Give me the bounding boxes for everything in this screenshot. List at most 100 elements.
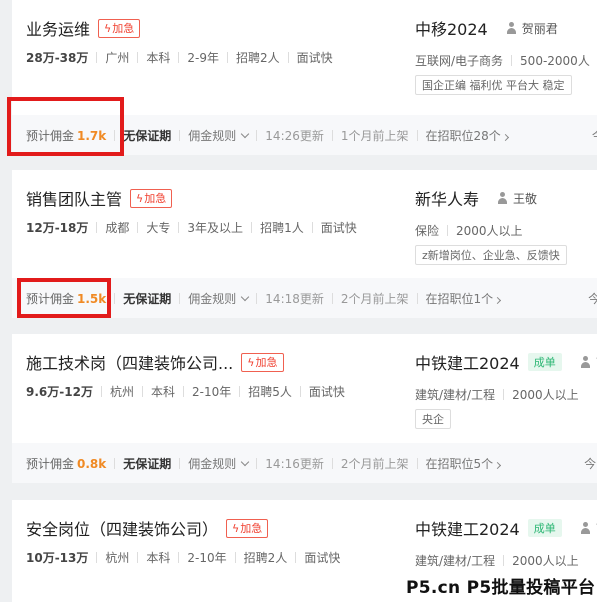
job-title-row: 安全岗位（四建装饰公司） ϟ 加急 [26,516,269,540]
city: 杭州 [105,551,130,565]
industry: 互联网/电子商务 [415,54,504,68]
more-text: 今 [584,456,597,471]
industry: 建筑/建材/工程 [415,388,496,402]
posted-time: 1个月前上架 [340,128,409,143]
salary: 12万-18万 [26,221,89,235]
company-info: 中铁建工2024 成单 曹 建筑/建材/工程 2000人以上 央企 [415,350,597,429]
contact: 曹 [580,520,597,537]
urgent-badge: ϟ 加急 [98,18,141,38]
job-meta: 10万-13万 杭州 本科 2-10年 招聘2人 面试快 [26,549,340,566]
more-text: 今 [592,127,597,144]
chevron-right-icon [501,133,509,141]
company-name[interactable]: 中移2024 [415,16,488,40]
open-positions-link[interactable]: 在招职位5个 [426,455,502,472]
hiring-count: 招聘1人 [260,221,304,235]
interview-speed: 面试快 [320,221,357,235]
urgent-badge: ϟ 加急 [130,188,173,208]
lightning-icon: ϟ [247,355,255,369]
commission: 预计佣金 0.8k [26,456,107,471]
experience: 3年及以上 [187,221,244,235]
job-meta: 28万-38万 广州 本科 2-9年 招聘2人 面试快 [26,49,333,66]
watermark: P5.cn P5批量投稿平台 [406,578,596,598]
warranty: 无保证期 [123,128,172,143]
commission-rules-dropdown[interactable]: 佣金规则 [188,290,250,307]
updated-time: 14:26更新 [265,128,324,143]
company-tags: 央企 [415,409,451,429]
company-tags: z新增岗位、企业急、反馈快 [415,245,567,265]
job-title[interactable]: 施工技术岗（四建装饰公司... [26,350,233,374]
job-title[interactable]: 销售团队主管 [26,186,122,210]
person-icon [580,522,591,534]
job-title[interactable]: 安全岗位（四建装饰公司） [26,516,218,540]
hiring-count: 招聘5人 [248,385,292,399]
education: 本科 [146,551,171,565]
job-card[interactable]: 施工技术岗（四建装饰公司... ϟ 加急 9.6万-12万 杭州 本科 2-10年… [12,334,597,483]
education: 大专 [146,221,171,235]
person-icon [497,192,508,204]
hiring-count: 招聘2人 [243,551,288,565]
updated-time: 14:16更新 [265,456,324,471]
job-title-row: 施工技术岗（四建装饰公司... ϟ 加急 [26,350,284,374]
commission-amount: 0.8k [77,456,107,471]
open-positions-link[interactable]: 在招职位1个 [426,290,502,307]
education: 本科 [150,385,175,399]
status-badge: 成单 [527,519,562,537]
job-meta: 12万-18万 成都 大专 3年及以上 招聘1人 面试快 [26,219,357,236]
chevron-down-icon [241,129,250,138]
lightning-icon: ϟ [104,21,112,35]
industry: 保险 [415,224,440,238]
lightning-icon: ϟ [232,521,240,535]
posted-time: 2个月前上架 [340,456,409,471]
company-tags: 国企正编 福利优 平台大 稳定 [415,75,572,95]
company-size: 500-2000人 [520,54,590,68]
chevron-right-icon [494,296,502,304]
posted-time: 2个月前上架 [340,291,409,306]
chevron-right-icon [494,461,502,469]
commission-rules-dropdown[interactable]: 佣金规则 [188,127,250,144]
job-list: 业务运维 ϟ 加急 28万-38万 广州 本科 2-9年 招聘2人 面试快 中移2… [0,0,597,602]
lightning-icon: ϟ [136,191,144,205]
urgent-badge: ϟ 加急 [241,352,284,372]
company-name[interactable]: 中铁建工2024 [415,516,520,540]
contact-name: 贺丽君 [521,21,558,36]
open-positions-link[interactable]: 在招职位28个 [426,127,509,144]
interview-speed: 面试快 [304,551,341,565]
company-name[interactable]: 新华人寿 [415,186,479,210]
city: 杭州 [109,385,134,399]
company-info: 中移2024 贺丽君 互联网/电子商务 500-2000人 国企正编 福利优 平… [415,16,590,95]
salary: 9.6万-12万 [26,385,93,399]
job-title-row: 业务运维 ϟ 加急 [26,16,141,40]
person-icon [506,22,517,34]
interview-speed: 面试快 [308,385,345,399]
commission-highlight-box [7,97,124,156]
education: 本科 [146,51,171,65]
experience: 2-10年 [187,551,227,565]
experience: 2-10年 [191,385,232,399]
chevron-down-icon [241,292,250,301]
company-size: 2000人以上 [512,554,579,568]
interview-speed: 面试快 [296,51,333,65]
contact: 贺丽君 [506,20,558,37]
warranty: 无保证期 [123,456,172,471]
commission-highlight-box [17,278,111,318]
hiring-count: 招聘2人 [236,51,280,65]
company-size: 2000人以上 [456,224,523,238]
experience: 2-9年 [187,51,220,65]
job-footer: 预计佣金 0.8k 无保证期 佣金规则 14:16更新 2个月前上架 在招职位5个… [12,443,597,483]
person-icon [580,356,591,368]
city: 广州 [105,51,130,65]
city: 成都 [105,221,130,235]
contact: 曹 [580,354,597,371]
contact-name: 王敬 [513,191,538,206]
company-name[interactable]: 中铁建工2024 [415,350,520,374]
salary: 10万-13万 [26,551,89,565]
company-size: 2000人以上 [512,388,579,402]
salary: 28万-38万 [26,51,89,65]
job-meta: 9.6万-12万 杭州 本科 2-10年 招聘5人 面试快 [26,383,345,400]
job-title-row: 销售团队主管 ϟ 加急 [26,186,173,210]
job-title[interactable]: 业务运维 [26,16,90,40]
company-info: 中铁建工2024 成单 曹 建筑/建材/工程 2000人以上 [415,516,597,569]
warranty: 无保证期 [123,291,172,306]
urgent-badge: ϟ 加急 [226,518,269,538]
commission-rules-dropdown[interactable]: 佣金规则 [188,455,250,472]
